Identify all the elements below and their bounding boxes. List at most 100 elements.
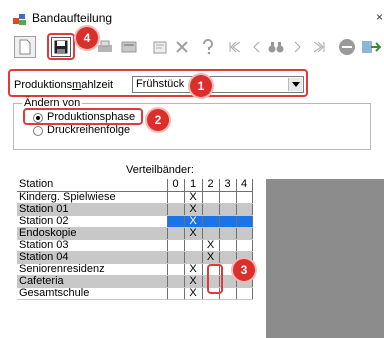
column-header-station[interactable]: Station	[17, 179, 168, 192]
properties-icon	[153, 41, 167, 54]
conveyor-cell-2[interactable]	[202, 203, 220, 216]
table-row[interactable]: Station 02 X	[17, 215, 253, 228]
table-row[interactable]: Cafeteria X	[17, 275, 253, 288]
conveyor-cell-2[interactable]	[202, 287, 220, 300]
mealtime-select[interactable]: Frühstück	[132, 76, 304, 93]
search-button[interactable]	[265, 36, 287, 58]
station-name-cell[interactable]: Gesamtschule	[17, 287, 168, 300]
last-record-button[interactable]	[308, 36, 330, 58]
save-button[interactable]	[51, 37, 71, 57]
conveyor-cell-0[interactable]	[167, 215, 185, 228]
column-header-1[interactable]: 1	[184, 179, 203, 192]
annotation-badge-3: 3	[233, 259, 255, 281]
station-name-cell[interactable]: Cafeteria	[17, 275, 168, 288]
conveyor-cell-1[interactable]	[184, 239, 203, 252]
search-binoculars-icon	[268, 42, 284, 53]
delete-button[interactable]	[171, 36, 193, 58]
column-header-2[interactable]: 2	[202, 179, 220, 192]
conveyor-cell-1[interactable]: X	[184, 203, 203, 216]
conveyor-cell-1[interactable]: X	[184, 215, 203, 228]
conveyor-cell-4[interactable]	[236, 239, 253, 252]
conveyor-cell-1[interactable]: X	[184, 227, 203, 240]
first-record-icon	[229, 41, 241, 53]
grid-header-row: Station 0 1 2 3 4	[17, 179, 253, 192]
column-header-3[interactable]: 3	[219, 179, 237, 192]
conveyor-cell-2[interactable]	[202, 227, 220, 240]
table-row[interactable]: Station 01 X	[17, 203, 253, 216]
table-row[interactable]: Station 03 X	[17, 239, 253, 252]
conveyor-cell-2[interactable]	[202, 215, 220, 228]
conveyor-cell-2[interactable]	[202, 191, 220, 204]
station-name-cell[interactable]: Kinderg. Spielwiese	[17, 191, 168, 204]
print-preview-button[interactable]	[118, 36, 140, 58]
column-header-0[interactable]: 0	[167, 179, 185, 192]
last-record-icon	[313, 41, 325, 53]
conveyor-cell-0[interactable]	[167, 227, 185, 240]
conveyor-cell-1[interactable]	[184, 251, 203, 264]
annotation-badge-2: 2	[147, 109, 169, 131]
conveyor-cell-0[interactable]	[167, 251, 185, 264]
station-name-cell[interactable]: Seniorenresidenz	[17, 263, 168, 276]
conveyor-cell-2[interactable]	[202, 275, 220, 288]
station-name-cell[interactable]: Station 04	[17, 251, 168, 264]
column-header-4[interactable]: 4	[236, 179, 253, 192]
save-icon	[54, 40, 68, 54]
conveyor-cell-2[interactable]: X	[202, 239, 220, 252]
stop-button[interactable]	[336, 36, 358, 58]
conveyor-cell-3[interactable]	[219, 239, 237, 252]
conveyor-cell-3[interactable]	[219, 275, 237, 288]
conveyor-cell-1[interactable]: X	[184, 275, 203, 288]
conveyor-cell-4[interactable]	[236, 287, 253, 300]
station-name-cell[interactable]: Station 01	[17, 203, 168, 216]
conveyor-cell-0[interactable]	[167, 191, 185, 204]
table-row[interactable]: Seniorenresidenz X	[17, 263, 253, 276]
conveyor-cell-0[interactable]	[167, 203, 185, 216]
conveyor-cell-1[interactable]: X	[184, 191, 203, 204]
new-document-button[interactable]	[14, 36, 36, 58]
radio-production-phase-label[interactable]: Produktionsphase	[47, 111, 135, 123]
station-name-cell[interactable]: Endoskopie	[17, 227, 168, 240]
conveyor-cell-0[interactable]	[167, 239, 185, 252]
properties-button[interactable]	[149, 36, 171, 58]
conveyor-cell-3[interactable]	[219, 191, 237, 204]
previous-record-icon	[253, 41, 260, 53]
annotation-badge-1: 1	[190, 75, 212, 97]
station-name-cell[interactable]: Station 02	[17, 215, 168, 228]
conveyor-cell-1[interactable]: X	[184, 263, 203, 276]
station-name-cell[interactable]: Station 03	[17, 239, 168, 252]
chevron-down-icon[interactable]	[288, 78, 302, 91]
conveyor-cell-0[interactable]	[167, 275, 185, 288]
conveyor-cell-3[interactable]	[219, 227, 237, 240]
conveyor-cell-4[interactable]	[236, 215, 253, 228]
table-row[interactable]: Endoskopie X	[17, 227, 253, 240]
help-button[interactable]	[197, 36, 219, 58]
conveyor-cell-2[interactable]: X	[202, 251, 220, 264]
previous-record-button[interactable]	[245, 36, 267, 58]
radio-print-order-label[interactable]: Druckreihenfolge	[47, 124, 130, 136]
table-row[interactable]: Kinderg. Spielwiese X	[17, 191, 253, 204]
conveyor-cell-1[interactable]: X	[184, 287, 203, 300]
conveyor-cell-0[interactable]	[167, 263, 185, 276]
next-record-button[interactable]	[287, 36, 309, 58]
exit-button[interactable]	[360, 36, 382, 58]
conveyor-cell-3[interactable]	[219, 287, 237, 300]
mealtime-label: Produktionsmahlzeit	[14, 79, 114, 91]
conveyor-cell-4[interactable]	[236, 227, 253, 240]
conveyor-cell-2[interactable]	[202, 263, 220, 276]
table-row[interactable]: Gesamtschule X	[17, 287, 253, 300]
grid-empty-area	[266, 179, 384, 338]
conveyor-cell-3[interactable]	[219, 215, 237, 228]
table-row[interactable]: Station 04 X	[17, 251, 253, 264]
conveyor-cell-4[interactable]	[236, 203, 253, 216]
change-from-legend: Ändern von	[22, 97, 83, 109]
radio-print-order[interactable]	[33, 126, 43, 136]
first-record-button[interactable]	[224, 36, 246, 58]
conveyor-cell-0[interactable]	[167, 287, 185, 300]
print-icon	[98, 40, 112, 52]
conveyor-cell-4[interactable]	[236, 191, 253, 204]
delete-icon	[176, 41, 188, 53]
close-button[interactable]: ×	[376, 10, 383, 24]
conveyor-cell-3[interactable]	[219, 251, 237, 264]
conveyor-cell-3[interactable]	[219, 203, 237, 216]
radio-production-phase[interactable]	[33, 113, 43, 123]
